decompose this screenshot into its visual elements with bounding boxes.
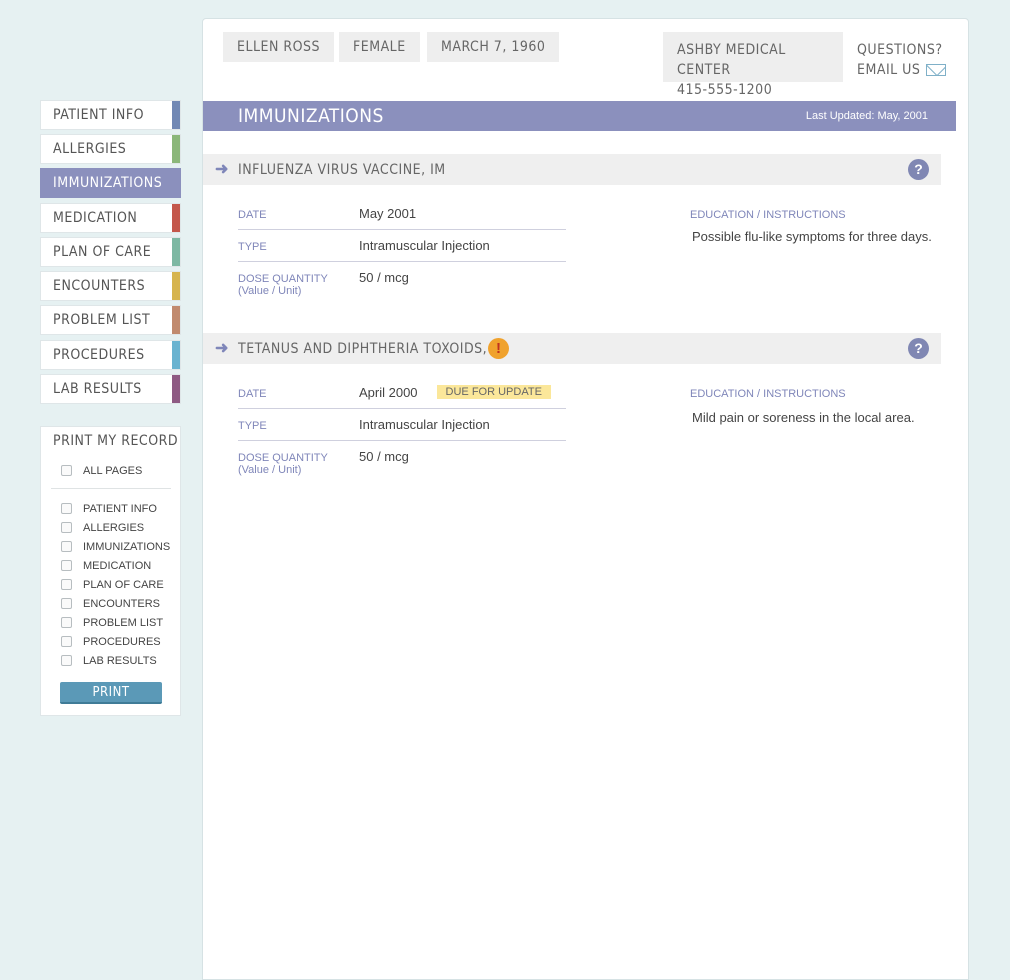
- color-tab: [172, 375, 180, 403]
- checkbox-label: LAB RESULTS: [83, 655, 157, 667]
- color-tab: [172, 341, 180, 369]
- color-tab: [172, 135, 180, 163]
- checkbox-label: PLAN OF CARE: [83, 579, 164, 591]
- mail-icon: [926, 64, 947, 76]
- sidebar-item-label: PATIENT INFO: [53, 107, 144, 123]
- divider: [51, 488, 171, 489]
- sidebar-item-lab-results[interactable]: LAB RESULTS: [40, 374, 181, 404]
- dose-label: DOSE QUANTITY (Value / Unit): [238, 273, 328, 297]
- date-value: April 2000 DUE FOR UPDATE: [359, 385, 551, 401]
- patient-gender: FEMALE: [339, 32, 420, 62]
- sidebar-item-label: PROBLEM LIST: [53, 312, 151, 328]
- print-record-panel: PRINT MY RECORD ALL PAGES PATIENT INFO A…: [40, 426, 181, 716]
- type-field: TYPE Intramuscular Injection: [238, 238, 566, 262]
- checkbox[interactable]: [61, 560, 72, 571]
- color-tab: [172, 238, 180, 266]
- color-tab: [172, 306, 180, 334]
- checkbox-label: PROCEDURES: [83, 636, 161, 648]
- education-label: EDUCATION / INSTRUCTIONS: [690, 388, 846, 400]
- checkbox[interactable]: [61, 636, 72, 647]
- color-tab: [172, 101, 180, 129]
- sidebar-item-label: IMMUNIZATIONS: [53, 175, 163, 191]
- questions-block: QUESTIONS? EMAIL US: [857, 40, 947, 80]
- checkbox-label: PROBLEM LIST: [83, 617, 164, 629]
- type-label: TYPE: [238, 420, 267, 432]
- checkbox-label: ENCOUNTERS: [83, 598, 161, 610]
- dose-value: 50 / mcg: [359, 270, 409, 285]
- checkbox[interactable]: [61, 617, 72, 628]
- sidebar-item-plan-of-care[interactable]: PLAN OF CARE: [40, 237, 181, 267]
- help-icon[interactable]: ?: [908, 338, 929, 359]
- color-tab: [172, 272, 180, 300]
- immunization-header[interactable]: ➜ TETANUS AND DIPHTHERIA TOXOIDS, IM ! ?: [203, 333, 941, 364]
- color-tab: [172, 204, 180, 232]
- sidebar-item-problem-list[interactable]: PROBLEM LIST: [40, 305, 181, 335]
- sidebar-item-label: ALLERGIES: [53, 141, 127, 157]
- checkbox[interactable]: [61, 522, 72, 533]
- medical-center: ASHBY MEDICAL CENTER 415-555-1200: [663, 32, 843, 98]
- sidebar-item-label: LAB RESULTS: [53, 381, 142, 397]
- education-text: Mild pain or soreness in the local area.: [692, 410, 915, 425]
- immunization-header[interactable]: ➜ INFLUENZA VIRUS VACCINE, IM ?: [203, 154, 941, 185]
- patient-dob: MARCH 7, 1960: [427, 32, 560, 62]
- dose-label: DOSE QUANTITY (Value / Unit): [238, 452, 328, 476]
- date-field: DATE May 2001: [238, 206, 566, 230]
- checkbox[interactable]: [61, 598, 72, 609]
- checkbox-label: IMMUNIZATIONS: [83, 541, 171, 553]
- immunization-name: TETANUS AND DIPHTHERIA TOXOIDS, IM: [238, 341, 508, 357]
- section-title: IMMUNIZATIONS: [238, 105, 384, 127]
- arrow-right-icon: ➜: [215, 161, 229, 178]
- sidebar-item-encounters[interactable]: ENCOUNTERS: [40, 271, 181, 301]
- date-value: May 2001: [359, 206, 417, 221]
- checkbox[interactable]: [61, 541, 72, 552]
- checkbox[interactable]: [61, 503, 72, 514]
- sidebar-item-medication[interactable]: MEDICATION: [40, 203, 181, 233]
- section-header: IMMUNIZATIONS Last Updated: May, 2001: [203, 101, 956, 131]
- sidebar-item-label: MEDICATION: [53, 210, 138, 226]
- education-label: EDUCATION / INSTRUCTIONS: [690, 209, 846, 221]
- center-phone: 415-555-1200: [677, 82, 773, 98]
- center-name: ASHBY MEDICAL CENTER: [677, 42, 786, 78]
- sidebar-item-procedures[interactable]: PROCEDURES: [40, 340, 181, 370]
- immunization-name: INFLUENZA VIRUS VACCINE, IM: [238, 162, 446, 178]
- checkbox-label: PATIENT INFO: [83, 503, 157, 515]
- sidebar-item-label: ENCOUNTERS: [53, 278, 146, 294]
- sidebar-item-label: PLAN OF CARE: [53, 244, 152, 260]
- warning-icon[interactable]: !: [488, 338, 509, 359]
- sidebar-item-immunizations[interactable]: IMMUNIZATIONS: [40, 168, 181, 198]
- sidebar-item-allergies[interactable]: ALLERGIES: [40, 134, 181, 164]
- checkbox-label: ALLERGIES: [83, 522, 145, 534]
- last-updated: Last Updated: May, 2001: [805, 110, 928, 122]
- email-us-link[interactable]: EMAIL US: [857, 60, 947, 80]
- sidebar-item-patient-info[interactable]: PATIENT INFO: [40, 100, 181, 130]
- sidebar-item-label: PROCEDURES: [53, 347, 145, 363]
- checkbox-label: MEDICATION: [83, 560, 152, 572]
- type-value: Intramuscular Injection: [359, 417, 490, 432]
- type-value: Intramuscular Injection: [359, 238, 490, 253]
- dose-value: 50 / mcg: [359, 449, 409, 464]
- type-label: TYPE: [238, 241, 267, 253]
- date-label: DATE: [238, 388, 267, 400]
- checkbox-label: ALL PAGES: [83, 465, 143, 477]
- patient-name: ELLEN ROSS: [223, 32, 335, 62]
- checkbox[interactable]: [61, 655, 72, 666]
- type-field: TYPE Intramuscular Injection: [238, 417, 566, 441]
- date-field: DATE April 2000 DUE FOR UPDATE: [238, 385, 566, 409]
- help-icon[interactable]: ?: [908, 159, 929, 180]
- arrow-right-icon: ➜: [215, 340, 229, 357]
- print-title: PRINT MY RECORD: [53, 433, 179, 449]
- date-label: DATE: [238, 209, 267, 221]
- checkbox[interactable]: [61, 579, 72, 590]
- print-button[interactable]: PRINT: [60, 682, 162, 704]
- checkbox[interactable]: [61, 465, 72, 476]
- due-for-update-badge: DUE FOR UPDATE: [436, 385, 551, 399]
- email-us-label: EMAIL US: [857, 62, 921, 78]
- main-panel: ELLEN ROSS FEMALE MARCH 7, 1960 ASHBY ME…: [202, 18, 969, 980]
- questions-label: QUESTIONS?: [857, 42, 943, 58]
- education-text: Possible flu-like symptoms for three day…: [692, 229, 932, 244]
